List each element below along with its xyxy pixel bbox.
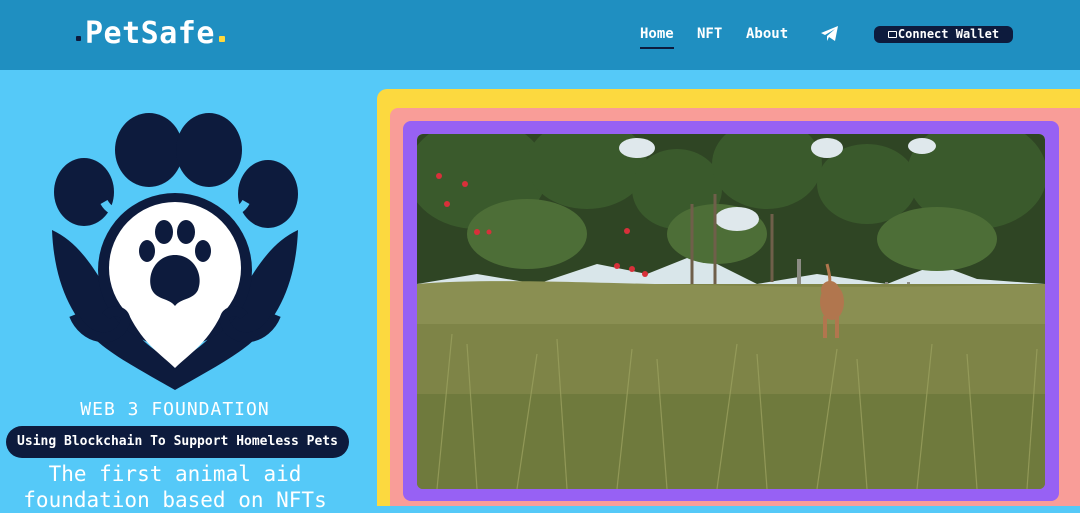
connect-wallet-button[interactable]: Connect Wallet [874,26,1013,43]
logo[interactable]: PetSafe [76,16,225,52]
hero-tagline-pill: Using Blockchain To Support Homeless Pet… [6,426,349,458]
logo-dot-left [76,36,81,41]
top-navbar: PetSafe Home NFT About Connect Wallet [0,0,1080,70]
nav-home-link[interactable]: Home [640,25,674,49]
logo-text: PetSafe [85,16,215,51]
dog-in-field-video[interactable] [417,134,1045,489]
telegram-icon[interactable] [820,25,839,42]
hero-headline-line2: foundation based on NFTs [23,488,327,512]
connect-wallet-label: Connect Wallet [897,27,1000,41]
nav-nft-link[interactable]: NFT [697,25,722,43]
hero-headline-line1: The first animal aid [48,462,302,486]
logo-dot-right [218,36,225,42]
hero-headline: The first animal aid foundation based on… [0,461,350,513]
wallet-icon [888,31,897,38]
paw-shield-emblem [44,110,306,392]
hero-subtitle: WEB 3 FOUNDATION [80,399,270,420]
nav-about-link[interactable]: About [746,25,788,43]
